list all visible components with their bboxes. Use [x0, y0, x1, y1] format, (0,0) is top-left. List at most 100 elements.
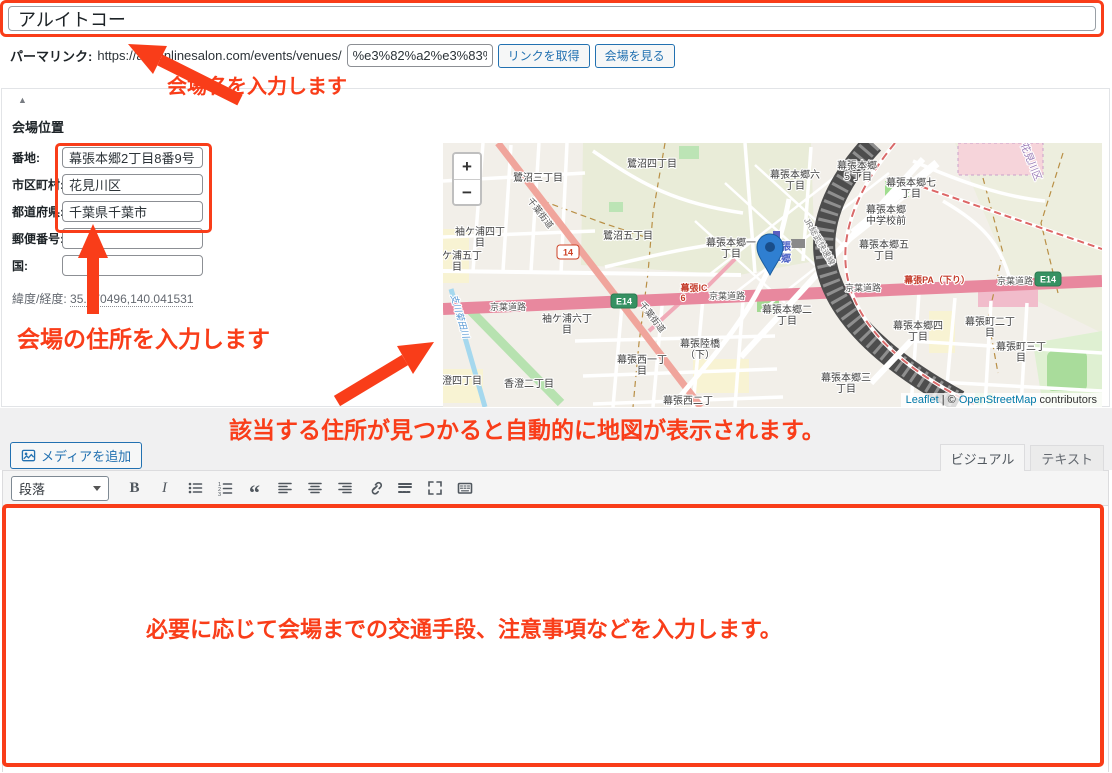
numbered-list-icon: 123 [217, 480, 233, 496]
map-canvas: 14E14E14 鷺沼三丁目鷺沼四丁目鷺沼五丁目袖ケ浦四丁目袖ケ浦五丁目袖ケ浦六… [443, 143, 1102, 407]
venue-field-input-province[interactable] [62, 201, 203, 222]
route-shield-label: 14 [563, 248, 573, 258]
map-label: 幕張西一丁 [617, 353, 667, 366]
bold-icon: B [129, 480, 139, 497]
map-label: 中学校前 [866, 214, 906, 227]
tab-text[interactable]: テキスト [1030, 445, 1104, 471]
add-media-button[interactable]: メディアを追加 [10, 442, 142, 469]
latlng-row: 緯度/経度: 35.670496,140.041531 [12, 290, 193, 307]
map-label: 幕張本郷七 [886, 176, 936, 189]
align-center-icon [307, 480, 323, 496]
venue-field-label-province: 都道府県: [12, 203, 62, 220]
toolbar-bulleted-list-button[interactable] [181, 476, 208, 501]
toolbar-blockquote-button[interactable]: “ [241, 476, 268, 501]
map-zoom-control: + − [452, 152, 482, 206]
map-label: 鷺沼四丁目 [627, 157, 677, 170]
collapse-toggle-icon[interactable]: ▲ [12, 94, 33, 106]
permalink-row: パーマリンク: https://altkonlinesalon.com/even… [10, 43, 675, 68]
station-building [791, 239, 805, 248]
map-label: 幕張PA（下り） [903, 274, 970, 285]
map-attribution: Leaflet | © OpenStreetMap contributors [901, 393, 1102, 407]
permalink-label: パーマリンク: [10, 46, 92, 65]
map-label: 丁目 [836, 384, 856, 395]
map-label: 6 [680, 293, 685, 303]
latlng-link[interactable]: 35.670496,140.041531 [70, 292, 193, 307]
map-label: 京葉道路 [709, 290, 745, 301]
map-label: 幕張町三丁 [996, 340, 1046, 353]
venue-field-label-city: 市区町村: [12, 176, 62, 193]
map-label: 幕張本郷 [866, 203, 906, 216]
venue-field-row-province: 都道府県: [12, 200, 203, 222]
italic-icon: I [162, 480, 167, 497]
toolbar-toolbar-toggle-button[interactable] [451, 476, 478, 501]
tab-visual[interactable]: ビジュアル [940, 444, 1026, 471]
venue-field-label-zip: 郵便番号: [12, 230, 62, 247]
map-label: 目 [452, 262, 462, 273]
venue-field-input-country[interactable] [62, 255, 203, 276]
map-label: ５丁目 [842, 172, 872, 183]
map-label: 目 [562, 325, 572, 336]
map-label: 袖ケ浦五丁 [443, 249, 482, 262]
map-label: （下） [685, 349, 715, 361]
map-label: 鷺沼三丁目 [513, 171, 563, 184]
map-label: 幕張西二丁 [663, 394, 713, 407]
toolbar-italic-button[interactable]: I [151, 476, 178, 501]
map-label: 京葉道路 [490, 301, 526, 312]
venue-field-row-zip: 郵便番号: [12, 227, 203, 249]
permalink-url: https://altkonlinesalon.com/events/venue… [97, 48, 341, 63]
map-label: 丁目 [785, 181, 805, 192]
bulleted-list-icon [187, 480, 203, 496]
map-label: 幕張町二丁 [965, 315, 1015, 328]
venue-field-input-zip[interactable] [62, 228, 203, 249]
venue-field-row-country: 国: [12, 254, 203, 276]
annotation-map-auto: 該当する住所が見つかると自動的に地図が表示されます。 [229, 411, 825, 445]
map-label: 香澄四丁目 [443, 374, 482, 387]
zoom-out-button[interactable]: − [454, 179, 480, 204]
venue-field-label-country: 国: [12, 257, 62, 274]
toolbar-link-button[interactable] [361, 476, 388, 501]
annotation-venue-address: 会場の住所を入力します [17, 320, 270, 354]
map-label: 丁目 [721, 249, 741, 260]
leaflet-link[interactable]: Leaflet [906, 394, 939, 406]
map-label: 幕張IC [679, 282, 708, 293]
map-label: 丁目 [874, 251, 894, 262]
map-label: 袖ケ浦六丁 [542, 312, 592, 325]
toolbar-numbered-list-button[interactable]: 123 [211, 476, 238, 501]
map-label: 幕張本郷二 [762, 303, 812, 316]
venue-field-input-address[interactable] [62, 147, 203, 168]
toolbar-align-center-button[interactable] [301, 476, 328, 501]
osm-link[interactable]: OpenStreetMap [959, 394, 1037, 406]
latlng-label: 緯度/経度: [12, 292, 67, 306]
svg-text:3: 3 [218, 492, 221, 496]
add-media-icon [21, 448, 36, 463]
toolbar-bold-button[interactable]: B [121, 476, 148, 501]
venue-title-input[interactable] [8, 6, 1096, 31]
map-label: 丁目 [908, 332, 928, 343]
venue-field-row-city: 市区町村: [12, 173, 203, 195]
toolbar-more-tag-button[interactable] [391, 476, 418, 501]
map-label: 目 [475, 238, 485, 249]
zoom-in-button[interactable]: + [454, 154, 480, 179]
map-label: 丁目 [777, 316, 797, 327]
toolbar-align-left-button[interactable] [271, 476, 298, 501]
paragraph-format-value: 段落 [19, 479, 45, 498]
map-label: 鷺沼五丁目 [603, 229, 653, 242]
add-media-label: メディアを追加 [41, 446, 131, 465]
permalink-slug-input[interactable] [347, 44, 493, 67]
venue-map[interactable]: 14E14E14 鷺沼三丁目鷺沼四丁目鷺沼五丁目袖ケ浦四丁目袖ケ浦五丁目袖ケ浦六… [443, 143, 1102, 407]
venue-field-input-city[interactable] [62, 174, 203, 195]
route-shield-label: E14 [1040, 275, 1056, 285]
view-venue-button[interactable]: 会場を見る [595, 44, 675, 68]
paragraph-format-select[interactable]: 段落 [11, 476, 109, 501]
venue-field-row-address: 番地: [12, 146, 203, 168]
toolbar-fullscreen-button[interactable] [421, 476, 448, 501]
venue-field-label-address: 番地: [12, 149, 62, 166]
toolbar-align-right-button[interactable] [331, 476, 358, 501]
map-label: 京葉道路 [997, 275, 1033, 286]
map-label: 丁目 [901, 189, 921, 200]
map-label: 幕張陸橋 [680, 337, 720, 350]
attribution-separator: | © [939, 394, 959, 406]
align-left-icon [277, 480, 293, 496]
map-label: 幕張本郷六 [770, 168, 820, 181]
get-link-button[interactable]: リンクを取得 [498, 44, 590, 68]
